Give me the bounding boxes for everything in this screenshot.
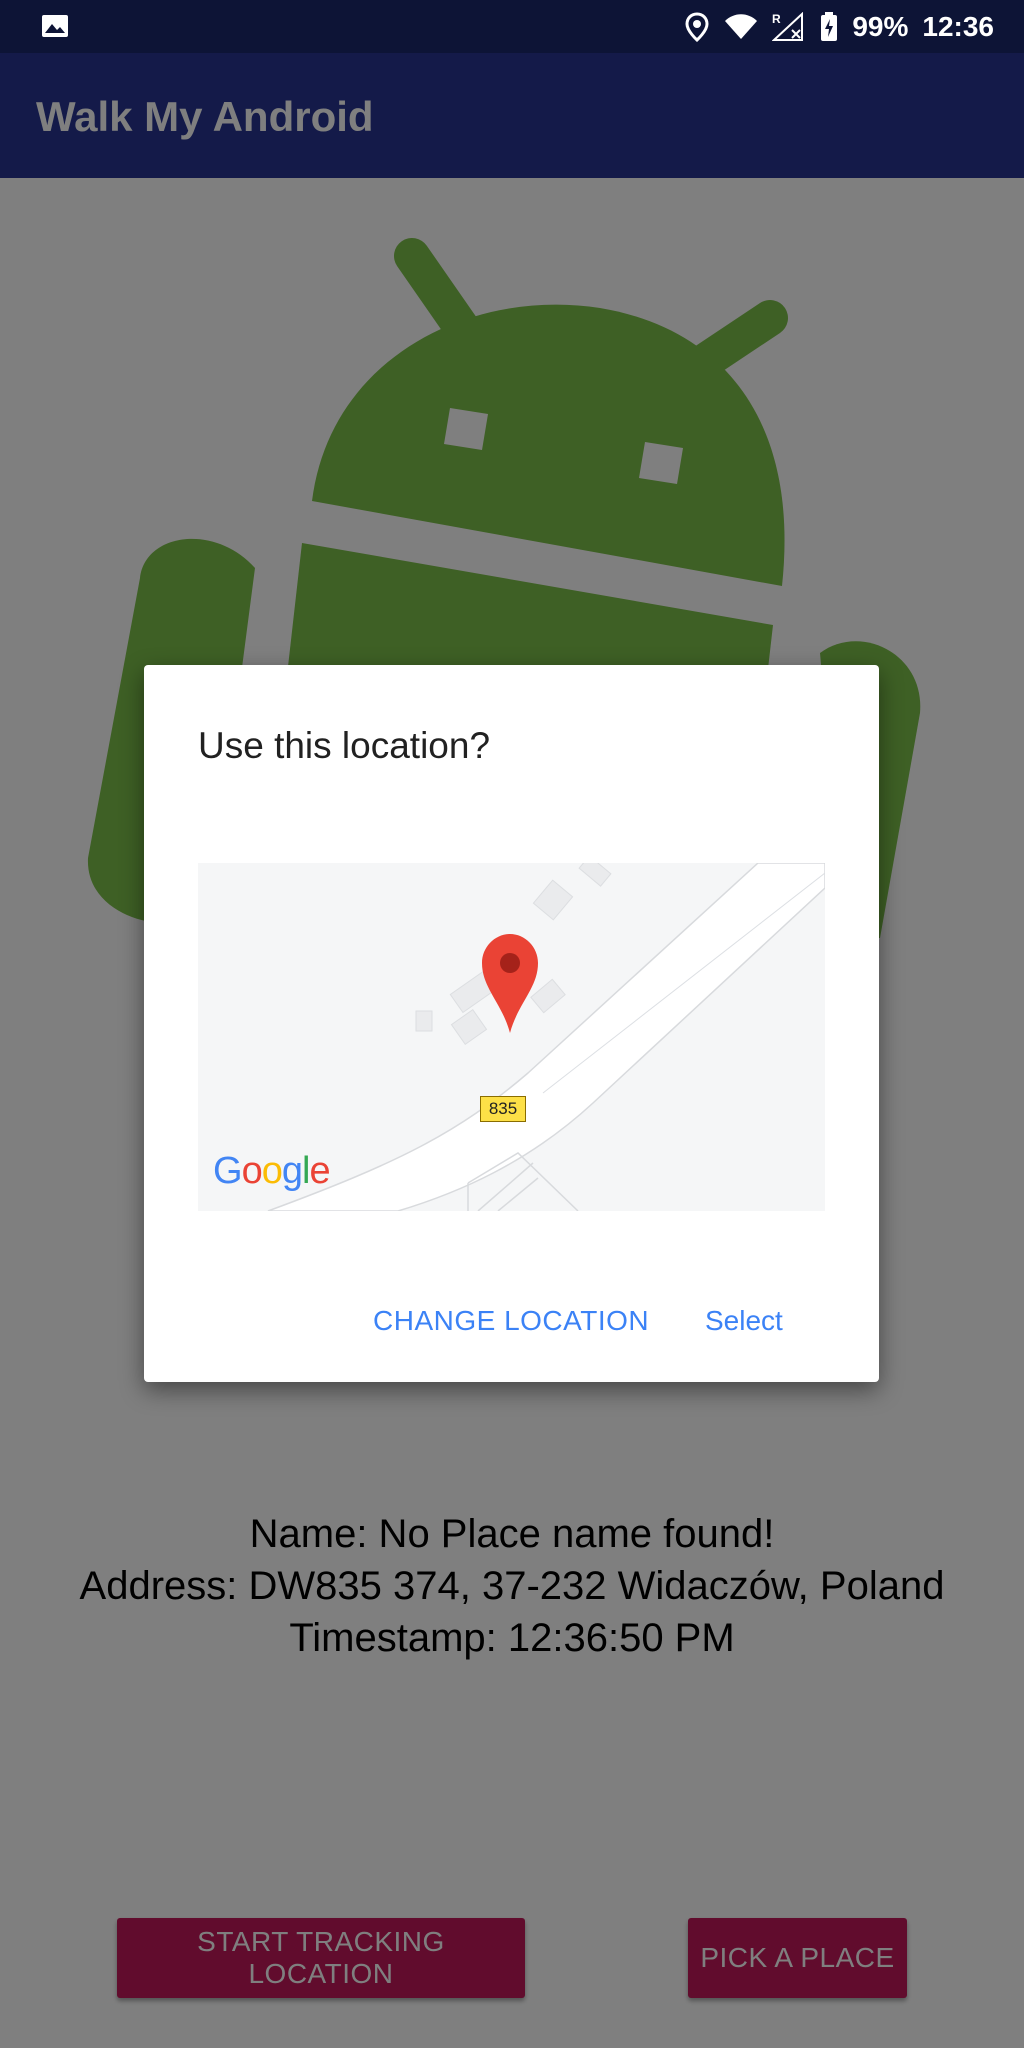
map-preview: 835 Google bbox=[198, 863, 825, 1211]
signal-roaming-icon: R bbox=[772, 11, 806, 42]
location-dialog: Use this location? 835 Google CHANGE LOC… bbox=[144, 665, 879, 1382]
clock: 12:36 bbox=[922, 10, 994, 42]
map-pin-icon bbox=[482, 934, 538, 1033]
status-bar: R 99% 12:36 bbox=[0, 0, 1024, 53]
road-number-label: 835 bbox=[480, 1096, 526, 1122]
dialog-actions: CHANGE LOCATION Select bbox=[144, 1305, 879, 1365]
wifi-icon bbox=[724, 13, 758, 41]
location-icon bbox=[684, 11, 710, 42]
svg-text:R: R bbox=[772, 12, 781, 26]
image-notification-icon bbox=[40, 13, 70, 39]
battery-charging-icon bbox=[820, 11, 838, 42]
select-button[interactable]: Select bbox=[705, 1305, 783, 1337]
battery-percent: 99% bbox=[852, 10, 909, 42]
change-location-button[interactable]: CHANGE LOCATION bbox=[373, 1305, 649, 1337]
dialog-title: Use this location? bbox=[198, 725, 491, 766]
google-logo: Google bbox=[213, 1150, 331, 1192]
